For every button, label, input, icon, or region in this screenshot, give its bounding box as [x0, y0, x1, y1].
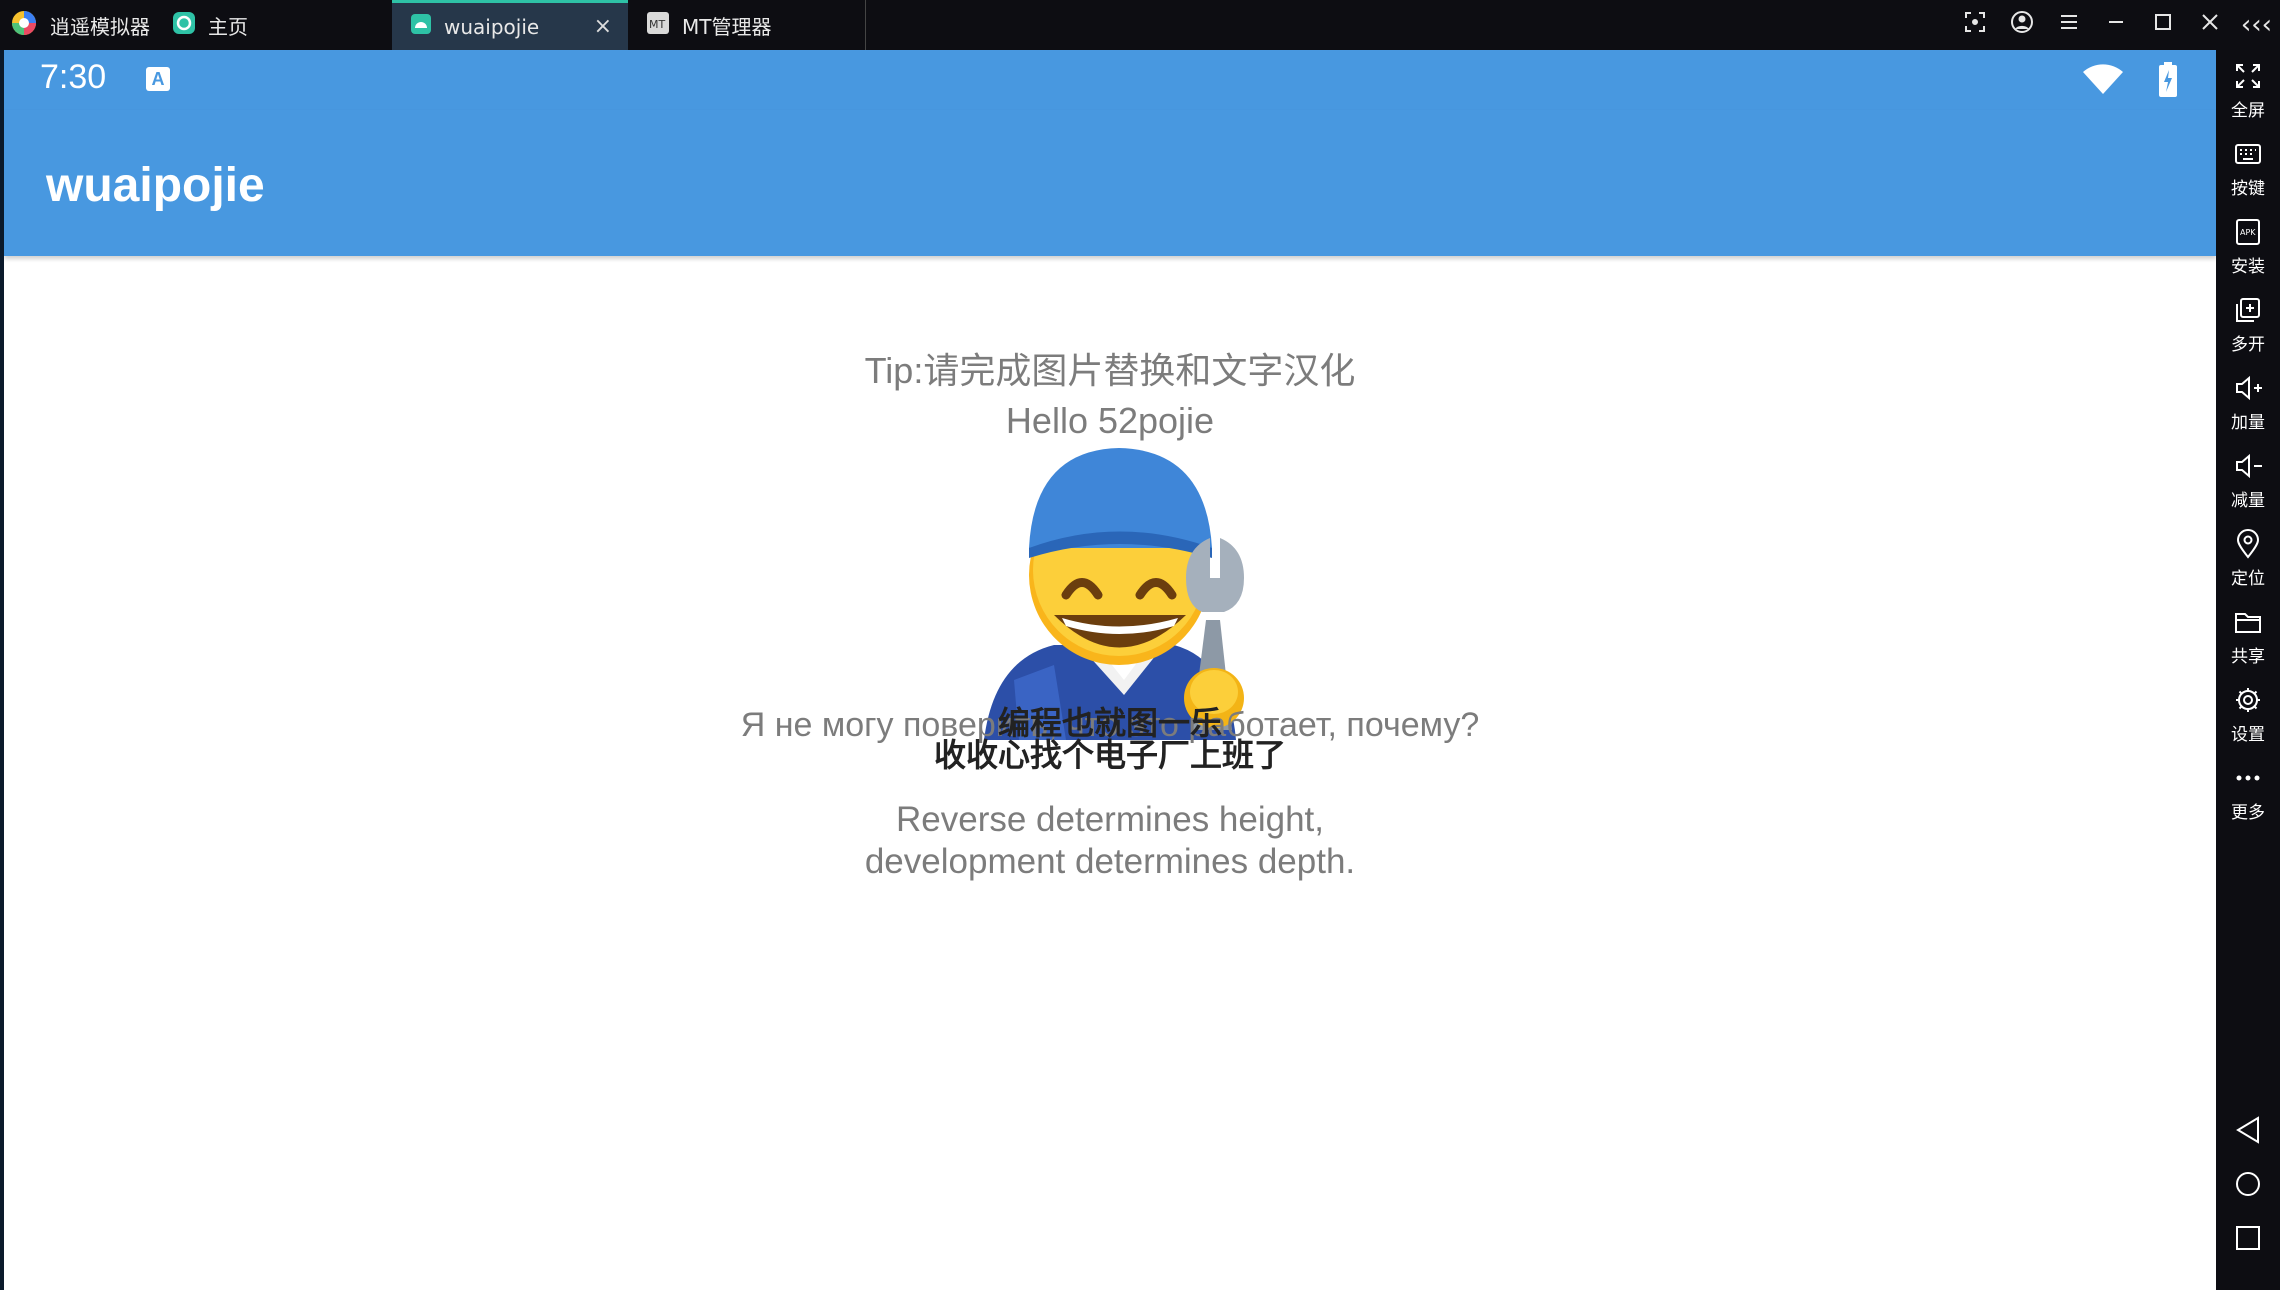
- multi-open-icon: [2236, 298, 2260, 322]
- tool-label: 多开: [2231, 335, 2265, 355]
- more-icon: [2236, 775, 2260, 781]
- back-icon[interactable]: [2232, 1114, 2264, 1146]
- tool-label: 安装: [2231, 257, 2265, 277]
- input-method-icon: A: [146, 67, 170, 91]
- mt-manager-icon: MT: [646, 11, 670, 40]
- tool-volume-up[interactable]: 加量: [2216, 372, 2280, 433]
- battery-charging-icon: [2158, 62, 2178, 102]
- close-window-icon[interactable]: [2186, 11, 2233, 39]
- tool-label: 更多: [2231, 803, 2265, 823]
- keyboard-icon: [2235, 144, 2261, 164]
- emulator-titlebar: 逍遥模拟器 主页 wuaipojie × MT MT管理器 ‹‹‹: [0, 0, 2280, 50]
- tool-volume-down[interactable]: 减量: [2216, 450, 2280, 511]
- gear-icon: [2236, 688, 2260, 712]
- mechanic-emoji-image: [974, 430, 1274, 740]
- apk-install-icon: APK: [2236, 219, 2260, 245]
- tool-label: 减量: [2231, 491, 2265, 511]
- caption-line-2: 收收心找个电子厂上班了: [933, 737, 1286, 773]
- maximize-icon[interactable]: [2139, 11, 2186, 39]
- tool-install[interactable]: APK 安装: [2216, 216, 2280, 277]
- close-icon[interactable]: ×: [594, 14, 612, 39]
- tool-keys[interactable]: 按键: [2216, 138, 2280, 199]
- tab-wuaipojie-label: wuaipojie: [444, 14, 540, 39]
- tool-settings[interactable]: 设置: [2216, 684, 2280, 745]
- tool-label: 定位: [2231, 569, 2265, 589]
- app-toolbar: wuaipojie: [4, 110, 2216, 256]
- tool-share[interactable]: 共享: [2216, 606, 2280, 667]
- tool-label: 加量: [2231, 413, 2265, 433]
- tab-mt-manager[interactable]: MT MT管理器: [636, 0, 866, 50]
- tool-label: 全屏: [2231, 101, 2265, 121]
- volume-up-icon: [2236, 375, 2262, 401]
- volume-down-icon: [2236, 453, 2262, 479]
- android-status-bar: 7:30 A: [4, 50, 2216, 110]
- fullscreen-icon: [2236, 64, 2260, 88]
- emulator-name: 逍遥模拟器: [50, 14, 150, 39]
- emulator-logo-icon: [10, 9, 38, 42]
- minimize-icon[interactable]: [2092, 11, 2139, 39]
- wifi-icon: [2082, 64, 2124, 100]
- window-controls: ‹‹‹: [1951, 0, 2280, 50]
- emulator-side-toolbar: 全屏 按键 APK 安装 多开 加量 减量 定位 共享 设置 更多: [2216, 50, 2280, 1290]
- svg-text:MT: MT: [649, 18, 665, 31]
- status-clock: 7:30: [40, 58, 107, 96]
- app-title: wuaipojie: [46, 159, 265, 212]
- tab-mt-label: MT管理器: [682, 14, 772, 39]
- app-logo-tab[interactable]: 逍遥模拟器: [0, 0, 160, 50]
- collapse-toolbar-icon[interactable]: ‹‹‹: [2233, 10, 2280, 40]
- android-app-icon: [410, 13, 432, 40]
- tab-home-label: 主页: [208, 14, 248, 39]
- reverse-text-line-2: development determines depth.: [864, 842, 1356, 881]
- tool-label: 设置: [2231, 725, 2265, 745]
- tool-fullscreen[interactable]: 全屏: [2216, 60, 2280, 121]
- reverse-text-line-1: Reverse determines height,: [896, 800, 1324, 839]
- tool-label: 共享: [2231, 647, 2265, 667]
- location-icon: [2236, 529, 2260, 559]
- tab-home[interactable]: 主页: [168, 0, 388, 50]
- tool-location[interactable]: 定位: [2216, 528, 2280, 589]
- tool-label: 按键: [2231, 179, 2265, 199]
- android-screen: 7:30 A wuaipojie Tip:请完成图片替换和文字汉化 Hello …: [4, 50, 2216, 1290]
- account-icon[interactable]: [1998, 10, 2045, 40]
- svg-text:APK: APK: [2240, 228, 2256, 237]
- recents-icon[interactable]: [2232, 1222, 2264, 1254]
- tip-text: Tip:请完成图片替换和文字汉化: [864, 350, 1356, 391]
- tool-multi-open[interactable]: 多开: [2216, 294, 2280, 355]
- tab-wuaipojie[interactable]: wuaipojie ×: [392, 0, 628, 50]
- home-app-icon: [172, 11, 196, 40]
- menu-icon[interactable]: [2045, 11, 2092, 39]
- screenshot-icon[interactable]: [1951, 11, 1998, 39]
- home-icon[interactable]: [2232, 1168, 2264, 1200]
- folder-icon: [2235, 613, 2261, 633]
- tool-more[interactable]: 更多: [2216, 762, 2280, 823]
